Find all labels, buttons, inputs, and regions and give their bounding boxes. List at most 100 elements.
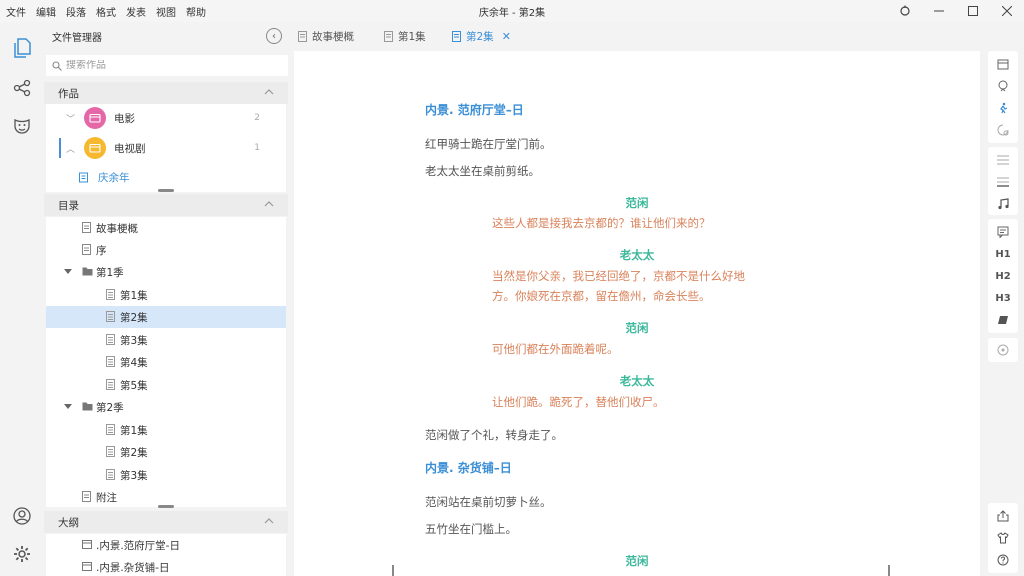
character-name[interactable]: 范闲	[294, 553, 980, 569]
dialogue-line[interactable]: 可他们都在外面跪着呢。	[492, 341, 619, 357]
works-list: ﹀ 电影 2 ︿ 电视剧 1 庆余年	[46, 104, 286, 192]
align-bottom-button[interactable]	[988, 171, 1018, 193]
resize-handle[interactable]	[158, 189, 174, 192]
action-button[interactable]	[988, 97, 1018, 119]
expand-triangle-icon[interactable]	[64, 269, 72, 274]
transition-button[interactable]	[988, 119, 1018, 141]
theater-activity-button[interactable]	[10, 114, 34, 138]
account-button[interactable]	[10, 504, 34, 528]
action-line[interactable]: 范闲做了个礼，转身走了。	[425, 427, 563, 443]
script-editor[interactable]: 内景. 范府厅堂–日 红甲骑士跪在厅堂门前。 老太太坐在桌前剪纸。 范闲 这些人…	[294, 51, 980, 576]
toc-item[interactable]: 第5集	[46, 374, 286, 396]
menu-bar: 文件 编辑 段落 格式 发表 视图 帮助	[0, 4, 216, 19]
scene-heading-button[interactable]	[988, 53, 1018, 75]
h3-button[interactable]: H3	[988, 287, 1018, 309]
character-name[interactable]: 范闲	[294, 195, 980, 211]
page-margin-marker-right	[888, 565, 890, 576]
character-button[interactable]	[988, 75, 1018, 97]
element-type-group	[988, 51, 1018, 143]
toc-item[interactable]: 第3集	[46, 464, 286, 486]
search-input[interactable]	[66, 60, 266, 71]
music-icon	[998, 198, 1009, 210]
outline-item[interactable]: .内景.杂货铺-日	[46, 556, 286, 576]
h1-button[interactable]: H1	[988, 243, 1018, 265]
toc-item[interactable]: 第4集	[46, 351, 286, 373]
toc-item[interactable]: 第1集	[46, 419, 286, 441]
dialogue-line[interactable]: 当然是你父亲，我已经回绝了，京都不是什么好地	[492, 268, 745, 284]
sidebar-title: 文件管理器	[52, 32, 102, 44]
menu-paragraph[interactable]: 段落	[66, 4, 86, 19]
menu-edit[interactable]: 编辑	[36, 4, 56, 19]
outline-section-title: 大纲	[58, 516, 79, 529]
active-work-label: 庆余年	[98, 172, 130, 184]
work-label: 电影	[114, 112, 135, 125]
minimize-icon	[934, 10, 944, 12]
character-name[interactable]: 范闲	[294, 320, 980, 336]
work-label: 电视剧	[114, 142, 146, 155]
character-name[interactable]: 老太太	[294, 373, 980, 389]
toc-folder-season-1[interactable]: 第1季	[46, 261, 286, 283]
pin-button[interactable]	[888, 0, 922, 22]
tab-episode-2[interactable]: 第2集 ✕	[452, 22, 511, 50]
close-button[interactable]	[990, 0, 1024, 22]
collapse-sidebar-button[interactable]: ‹	[266, 28, 282, 44]
dialogue-line[interactable]: 让他们跪。跪死了，替他们收尸。	[492, 394, 665, 410]
menu-publish[interactable]: 发表	[126, 4, 146, 19]
target-icon	[997, 344, 1009, 356]
work-item-movie[interactable]: ﹀ 电影 2	[46, 104, 286, 132]
format-toolbar: H1 H2 H3	[986, 51, 1020, 576]
action-line[interactable]: 五竹坐在门槛上。	[425, 521, 517, 537]
outline-section-header[interactable]: 大纲	[44, 511, 288, 533]
toc-item[interactable]: 序	[46, 239, 286, 261]
outline-item[interactable]: .内景.范府厅堂-日	[46, 534, 286, 556]
action-line[interactable]: 红甲骑士跪在厅堂门前。	[425, 136, 552, 152]
menu-view[interactable]: 视图	[156, 4, 176, 19]
dialogue-line[interactable]: 方。你娘死在京都，留在儋州，命会长些。	[492, 288, 711, 304]
dialogue-line[interactable]: 这些人都是接我去京都的？谁让他们来的？	[492, 215, 711, 231]
files-activity-button[interactable]	[10, 36, 34, 60]
maximize-button[interactable]	[956, 0, 990, 22]
script-page-icon	[106, 311, 115, 322]
settings-button[interactable]	[10, 542, 34, 566]
work-item-tv[interactable]: ︿ 电视剧 1	[46, 134, 286, 162]
action-line[interactable]: 老太太坐在桌前剪纸。	[425, 163, 540, 179]
toc-item[interactable]: 第3集	[46, 329, 286, 351]
script-page-icon	[384, 30, 393, 42]
menu-format[interactable]: 格式	[96, 4, 116, 19]
expand-triangle-icon[interactable]	[64, 404, 72, 409]
toc-section-header[interactable]: 目录	[44, 194, 288, 216]
tab-episode-1[interactable]: 第1集	[384, 22, 426, 50]
costume-button[interactable]	[988, 527, 1018, 549]
menu-help[interactable]: 帮助	[186, 4, 206, 19]
eraser-icon	[998, 316, 1008, 324]
tab-synopsis[interactable]: 故事梗概	[298, 22, 354, 50]
graph-icon	[13, 79, 31, 97]
help-button[interactable]	[988, 549, 1018, 571]
tab-close-button[interactable]: ✕	[502, 30, 511, 43]
note-button[interactable]	[988, 221, 1018, 243]
scene-heading[interactable]: 内景. 范府厅堂–日	[425, 101, 524, 118]
works-section-header[interactable]: 作品	[44, 82, 288, 104]
toc-item[interactable]: 故事梗概	[46, 217, 286, 239]
share-button[interactable]	[988, 505, 1018, 527]
toc-item[interactable]: 第2集	[46, 441, 286, 463]
toc-folder-season-2[interactable]: 第2季	[46, 396, 286, 418]
target-button[interactable]	[988, 339, 1018, 361]
align-button[interactable]	[988, 149, 1018, 171]
scene-heading[interactable]: 内景. 杂货铺–日	[425, 459, 512, 476]
active-work-item[interactable]: 庆余年	[46, 164, 286, 190]
music-button[interactable]	[988, 193, 1018, 215]
tab-label: 第1集	[398, 30, 426, 43]
minimize-button[interactable]	[922, 0, 956, 22]
action-line[interactable]: 范闲站在桌前切萝卜丝。	[425, 494, 552, 510]
resize-handle[interactable]	[158, 505, 174, 508]
gear-icon	[14, 546, 30, 562]
character-name[interactable]: 老太太	[294, 247, 980, 263]
h2-button[interactable]: H2	[988, 265, 1018, 287]
toc-label: 第2集	[120, 312, 148, 324]
graph-activity-button[interactable]	[10, 76, 34, 100]
menu-file[interactable]: 文件	[6, 4, 26, 19]
toc-item-selected[interactable]: 第2集	[46, 306, 286, 328]
eraser-button[interactable]	[988, 309, 1018, 331]
toc-item[interactable]: 第1集	[46, 284, 286, 306]
